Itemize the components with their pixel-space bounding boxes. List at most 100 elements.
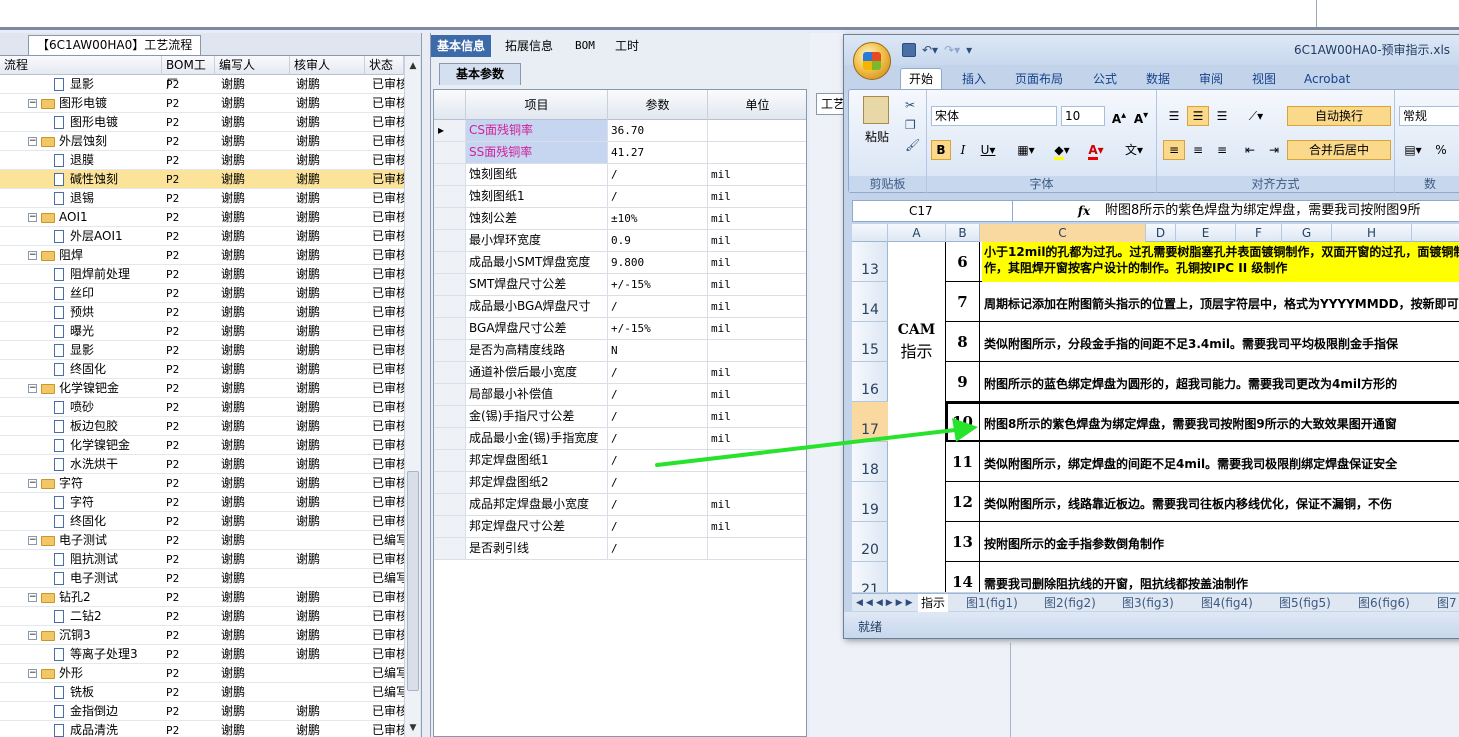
param-value-cell[interactable]: / [608,164,708,185]
tree-row[interactable]: 终固化 P2 谢鹏 谢鹏 已审核 [0,360,404,379]
tab-work-hours[interactable]: 工时 [609,35,645,57]
row-selector[interactable] [434,406,466,427]
instruction-row[interactable]: 9 附图所示的蓝色绑定焊盘为圆形的，超我司能力。需要我司更改为4mil方形的 [946,362,1459,402]
tree-row[interactable]: 铣板 P2 谢鹏 已编写 [0,683,404,702]
bold-button[interactable]: B [931,140,951,160]
ribbon-tab-page-layout[interactable]: 页面布局 [1015,69,1063,89]
param-value-cell[interactable]: +/-15% [608,274,708,295]
collapse-icon[interactable]: − [28,384,37,393]
sheet-nav-arrows-icon[interactable]: ◀◀◀▶▶▶ [856,594,916,612]
param-row[interactable]: 成品最小BGA焊盘尺寸 / mil [434,296,806,318]
tree-node[interactable]: 图形电镀 [54,113,118,132]
tree-row[interactable]: − 化学镍钯金 P2 谢鹏 谢鹏 已审核 [0,379,404,398]
param-row[interactable]: 成品最小SMT焊盘宽度 9.800 mil [434,252,806,274]
param-value-cell[interactable]: / [608,362,708,383]
tree-node[interactable]: − 沉铜3 [28,626,91,645]
row-header[interactable]: 21 [852,562,888,592]
tree-row[interactable]: 喷砂 P2 谢鹏 谢鹏 已审核 [0,398,404,417]
wrap-text-button[interactable]: 自动换行 [1287,106,1391,126]
tree-node[interactable]: 退膜 [54,151,94,170]
tree-node[interactable]: 水洗烘干 [54,455,118,474]
tree-node[interactable]: 阻抗测试 [54,550,118,569]
tab-extended-info[interactable]: 拓展信息 [499,35,559,57]
instruction-text[interactable]: 按附图所示的金手指参数倒角制作 [982,522,1459,562]
sheet-tab[interactable]: 图3(fig3) [1122,594,1174,612]
row-selector[interactable] [434,538,466,559]
collapse-icon[interactable]: − [28,593,37,602]
ribbon-tab-home[interactable]: 开始 [900,68,943,89]
scroll-down-icon[interactable]: ▼ [405,720,420,736]
merge-center-button[interactable]: 合并后居中 [1287,140,1391,160]
column-header[interactable]: A [888,224,946,242]
instruction-text[interactable]: 周期标记添加在附图箭头指示的位置上，顶层字符层中，格式为YYYYMMDD，按新即… [982,282,1459,322]
fill-color-icon[interactable]: ◆▾ [1047,140,1077,160]
tree-node[interactable]: 字符 [54,493,94,512]
tree-row[interactable]: 丝印 P2 谢鹏 谢鹏 已审核 [0,284,404,303]
tree-node[interactable]: 电子测试 [54,569,118,588]
borders-icon[interactable]: ▦▾ [1011,140,1041,160]
row-selector[interactable] [434,186,466,207]
select-all-corner[interactable] [852,224,888,242]
instruction-row[interactable]: 12 类似附图所示，线路靠近板边。需要我司往板内移线优化，保证不漏铜，不伤 [946,482,1459,522]
italic-button[interactable]: I [953,140,973,160]
tab-basic-info[interactable]: 基本信息 [431,35,492,57]
instruction-text[interactable]: 类似附图所示，分段金手指的间距不足3.4mil。需要我司平均极限削金手指保 [982,322,1459,362]
tab-bom[interactable]: BOM [569,35,601,57]
grow-font-icon[interactable]: A▴ [1109,106,1129,126]
redo-icon[interactable]: ↷▾ [944,43,960,57]
phonetic-icon[interactable]: 文▾ [1117,140,1151,160]
row-selector[interactable] [434,318,466,339]
col-flow[interactable]: 流程 [0,56,162,75]
row-header[interactable]: 19 [852,482,888,522]
tree-row[interactable]: 曝光 P2 谢鹏 谢鹏 已审核 [0,322,404,341]
collapse-icon[interactable]: − [28,536,37,545]
percent-icon[interactable]: % [1431,140,1451,160]
instruction-row[interactable]: 11 类似附图所示，绑定焊盘的间距不足4mil。需要我司极限削绑定焊盘保证安全 [946,442,1459,482]
increase-indent-icon[interactable]: ⇥ [1263,140,1285,160]
param-row[interactable]: 是否为高精度线路 N [434,340,806,362]
col-reviewer[interactable]: 核审人 [290,56,365,75]
undo-icon[interactable]: ↶▾ [922,43,938,57]
param-value-cell[interactable]: N [608,340,708,361]
tree-row[interactable]: − 沉铜3 P2 谢鹏 谢鹏 已审核 [0,626,404,645]
formula-input[interactable]: 附图8所示的紫色焊盘为绑定焊盘，需要我司按附图9所 [1105,201,1421,221]
ribbon-tab-view[interactable]: 视图 [1252,69,1276,89]
param-row[interactable]: 蚀刻公差 ±10% mil [434,208,806,230]
excel-title-bar[interactable]: ↶▾ ↷▾ ▾ 6C1AW00HA0-预审指示.xls [844,35,1459,65]
col-value[interactable]: 参数 [608,90,708,120]
collapse-icon[interactable]: − [28,137,37,146]
param-value-cell[interactable]: / [608,186,708,207]
tree-row[interactable]: 等离子处理3 P2 谢鹏 谢鹏 已审核 [0,645,404,664]
tree-node[interactable]: − 钻孔2 [28,588,91,607]
row-selector[interactable] [434,252,466,273]
row-header[interactable]: 20 [852,522,888,562]
instruction-row[interactable]: 6 小于12mil的孔都为过孔。过孔需要树脂塞孔并表面镀铜制作，双面开窗的过孔，面… [946,242,1459,282]
param-value-cell[interactable]: / [608,296,708,317]
customize-qat-icon[interactable]: ▾ [966,43,972,57]
tree-scrollbar[interactable]: ▲ ▼ [404,56,420,737]
param-row[interactable]: BGA焊盘尺寸公差 +/-15% mil [434,318,806,340]
office-button[interactable] [853,42,891,80]
tree-node[interactable]: − 外层蚀刻 [28,132,107,151]
tree-node[interactable]: − 外形 [28,664,83,683]
param-row[interactable]: SS面残铜率 41.27 [434,142,806,164]
row-selector[interactable] [434,516,466,537]
row-selector[interactable] [434,142,466,163]
instruction-row[interactable]: 8 类似附图所示，分段金手指的间距不足3.4mil。需要我司平均极限削金手指保 [946,322,1459,362]
shrink-font-icon[interactable]: A▾ [1131,106,1151,126]
col-unit[interactable]: 单位 [708,90,806,120]
collapse-icon[interactable]: − [28,213,37,222]
align-right-icon[interactable]: ≡ [1211,140,1233,160]
tree-row[interactable]: 终固化 P2 谢鹏 谢鹏 已审核 [0,512,404,531]
tree-row[interactable]: 碱性蚀刻 P2 谢鹏 谢鹏 已审核 [0,170,404,189]
tree-row[interactable]: − 字符 P2 谢鹏 谢鹏 已审核 [0,474,404,493]
cam-section-cell[interactable]: CAM 指示 [888,242,946,592]
row-header[interactable]: 18 [852,442,888,482]
param-value-cell[interactable]: / [608,428,708,449]
collapse-icon[interactable]: − [28,479,37,488]
tree-row[interactable]: − 阻焊 P2 谢鹏 谢鹏 已审核 [0,246,404,265]
collapse-icon[interactable]: − [28,669,37,678]
font-name-select[interactable]: 宋体 [931,106,1057,126]
tree-node[interactable]: − 阻焊 [28,246,83,265]
basic-params-tab[interactable]: 基本参数 [439,63,522,85]
